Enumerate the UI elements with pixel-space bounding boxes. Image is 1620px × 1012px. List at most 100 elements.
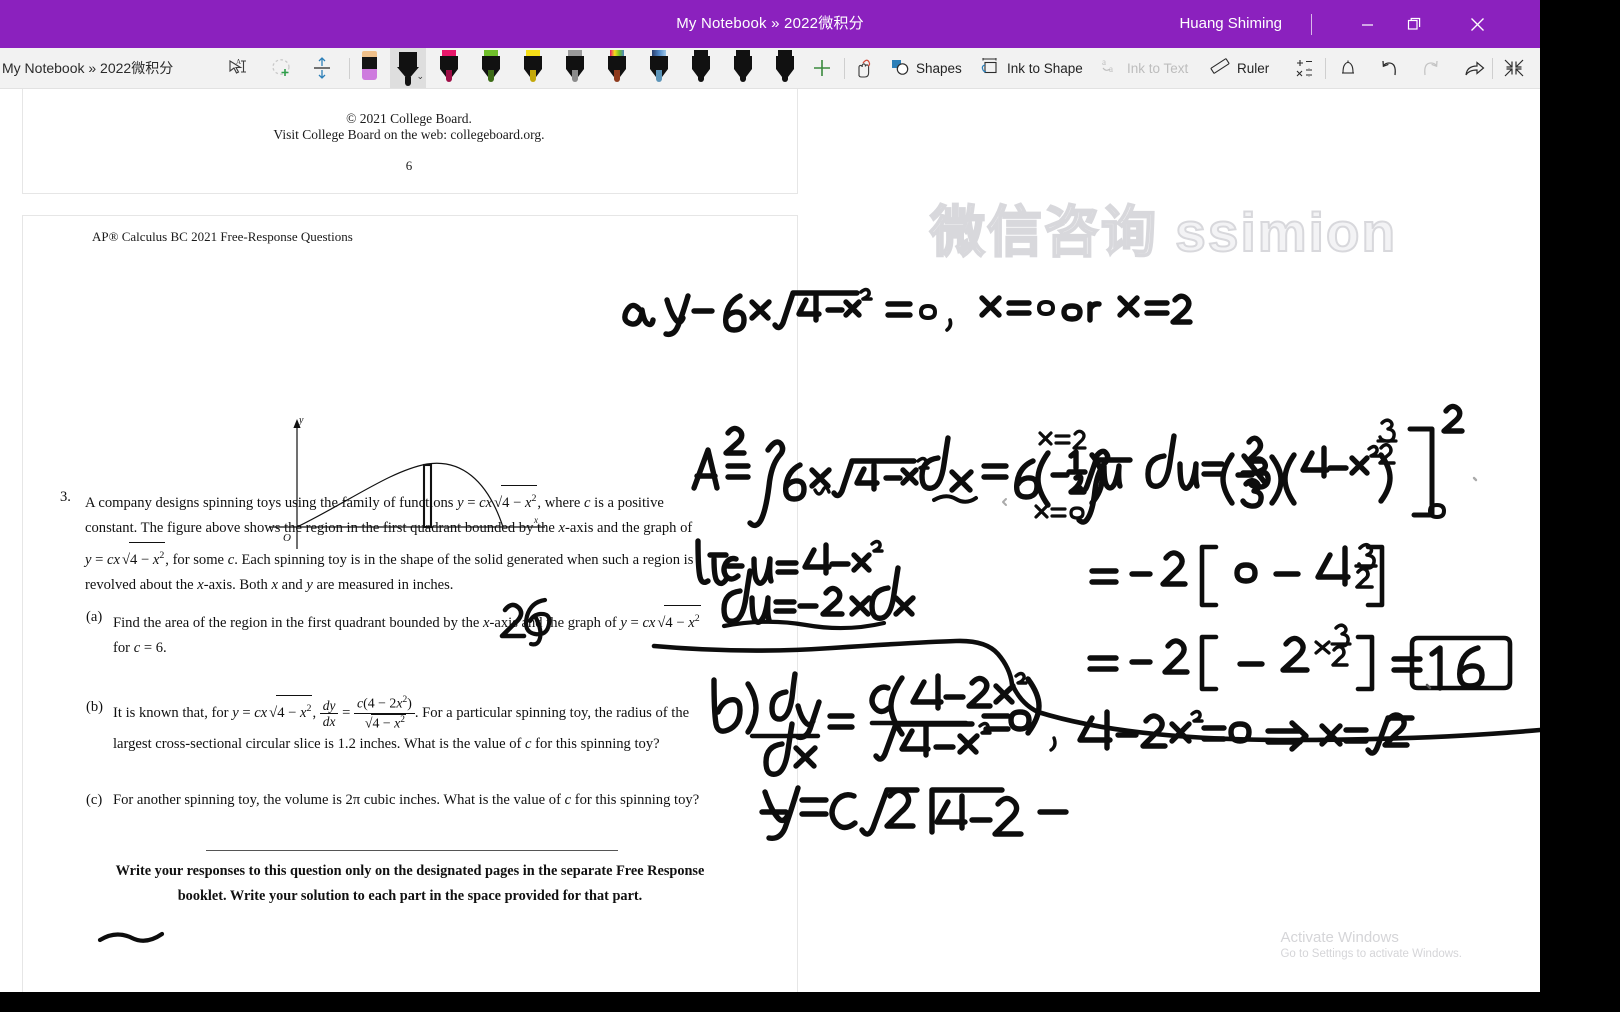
part-b-body: It is known that, for y = cx √4 − x2, dy d… (113, 695, 690, 752)
pen-yellow[interactable] (520, 48, 546, 88)
copyright-line-2: Visit College Board on the web: collegeb… (273, 127, 545, 142)
title-bar: My Notebook » 2022微积分 Huang Shiming (0, 0, 1540, 48)
pen-ink (782, 70, 788, 82)
minimize-button[interactable] (1344, 0, 1390, 48)
svg-text:A: A (236, 58, 241, 66)
question-3-part-a: (a) Find the area of the region in the f… (86, 605, 714, 662)
ink-to-shape-button[interactable]: Ink to Shape (980, 48, 1083, 88)
pen-rainbow[interactable] (604, 48, 630, 88)
ink-to-shape-icon (980, 56, 1001, 80)
q3-line2a: constant. The figure above shows the reg… (85, 520, 555, 537)
pen-body (650, 56, 668, 69)
select-add-icon[interactable] (266, 48, 298, 88)
q3-line3b: , for some (165, 551, 225, 568)
part-a-body: Find the area of the region in the first… (113, 605, 714, 662)
pen-body (440, 56, 458, 69)
question-3: 3. A company designs spinning toys using… (60, 485, 710, 599)
notebook-tab[interactable]: My Notebook » 2022微积分 (0, 48, 187, 88)
pen-ink (530, 70, 536, 82)
part-c-label: (c) (86, 792, 103, 808)
pen-body (524, 56, 542, 69)
ink-to-text-label: Ink to Text (1127, 60, 1189, 76)
ink-to-text-icon: a a (1100, 56, 1121, 80)
ink-to-math-icon[interactable] (1290, 48, 1320, 88)
part-c-text-2: for this spinning toy? (574, 792, 700, 808)
shapes-label: Shapes (916, 60, 962, 76)
q3-line4c: and (281, 577, 303, 594)
close-button[interactable] (1454, 0, 1500, 48)
copyright-line-1: © 2021 College Board. (346, 111, 472, 126)
figure-y-label: y (298, 415, 304, 426)
svg-text:a: a (1102, 57, 1106, 67)
q3-line4a: revolved about the (85, 577, 194, 594)
draw-with-touch-icon[interactable] (848, 48, 878, 88)
collapse-ribbon-icon[interactable] (1498, 48, 1530, 88)
part-a-formula: y = cx √4 − x2 (620, 605, 701, 631)
q3-line2b: -axis and the graph of (565, 520, 693, 537)
part-a-text-2: -axis and the graph of (489, 614, 617, 631)
reminder-bell-icon[interactable] (1332, 48, 1364, 88)
titlebar-divider (1311, 14, 1312, 35)
eraser-tool[interactable] (356, 48, 382, 88)
activate-windows-title: Activate Windows (1280, 929, 1399, 946)
q3-formula-2: y = cx √4 − x2 (85, 541, 166, 568)
q3-formula-1: y = cx √4 − x2 (457, 485, 538, 511)
pencil-gray[interactable] (562, 48, 588, 88)
part-b-formula-1: y = cx √4 − x2, (232, 695, 316, 721)
pen-galaxy[interactable] (646, 48, 672, 88)
activate-windows-subtitle: Go to Settings to activate Windows. (1280, 948, 1462, 960)
part-b-text-2: . For a particular spinning toy, the rad… (414, 704, 690, 721)
pen-green[interactable] (478, 48, 504, 88)
toolbar-separator-3 (1325, 58, 1326, 79)
part-a-label: (a) (86, 609, 103, 625)
part-b-line2b: for this spinning toy? (535, 735, 660, 752)
pen-ink (488, 70, 494, 82)
question-3-part-c: (c) For another spinning toy, the volume… (86, 788, 714, 814)
pen-body (482, 56, 500, 69)
q3-line3c: . Each spinning toy is in the shape of t… (234, 551, 694, 568)
note-divider (206, 850, 618, 851)
ruler-button[interactable]: Ruler (1210, 48, 1269, 88)
shapes-icon (890, 57, 910, 80)
insert-space-icon[interactable] (306, 48, 338, 88)
pen-black-2[interactable] (688, 48, 714, 88)
copyright-block: © 2021 College Board. Visit College Boar… (22, 111, 796, 143)
chevron-down-icon[interactable]: ⌄ (416, 71, 424, 82)
toolbar-separator-1 (349, 58, 350, 79)
page-number: 6 (405, 158, 413, 173)
pen-pink[interactable] (436, 48, 462, 88)
onenote-window: My Notebook » 2022微积分 Huang Shiming My N… (0, 0, 1540, 992)
note-line-2: booklet. Write your solution to each par… (177, 888, 643, 904)
account-name[interactable]: Huang Shiming (1179, 0, 1282, 48)
redo-icon[interactable] (1414, 48, 1446, 88)
restore-button[interactable] (1391, 0, 1437, 48)
ink-to-shape-label: Ink to Shape (1007, 60, 1083, 76)
pen-body (776, 56, 794, 69)
pen-black-selected[interactable]: ⌄ (390, 48, 426, 88)
question-number: 3. (60, 489, 71, 505)
ruler-icon (1210, 56, 1231, 80)
pen-body (734, 56, 752, 69)
pen-ink (740, 70, 746, 82)
part-a-text-1: Find the area of the region in the first… (113, 614, 480, 631)
ink-to-text-button[interactable]: a a Ink to Text (1100, 48, 1188, 88)
note-canvas[interactable]: © 2021 College Board. Visit College Boar… (0, 89, 1540, 992)
shapes-button[interactable]: Shapes (890, 48, 962, 88)
undo-icon[interactable] (1373, 48, 1405, 88)
add-pen-button[interactable] (806, 48, 838, 88)
q3-line4d: are measured in inches. (316, 577, 454, 594)
ruler-label: Ruler (1237, 60, 1270, 76)
pen-ink (405, 77, 411, 86)
part-c-body: For another spinning toy, the volume is … (113, 792, 700, 808)
q3-line1a: A company designs spinning toys using th… (85, 494, 454, 511)
windows-activation-watermark: Activate Windows Go to Settings to activ… (1280, 928, 1462, 962)
pen-body (692, 56, 710, 69)
share-icon[interactable] (1458, 48, 1490, 88)
response-instructions: Write your responses to this question on… (110, 859, 710, 909)
pen-black-3[interactable] (730, 48, 756, 88)
pen-black-4[interactable] (772, 48, 798, 88)
toolbar-separator-4 (1492, 58, 1493, 79)
part-b-derivative: c(4 − 2x2) √4 − x2 (353, 695, 415, 731)
lasso-select-icon[interactable]: A (222, 48, 254, 88)
q3-line1c: is a positive (594, 494, 664, 511)
